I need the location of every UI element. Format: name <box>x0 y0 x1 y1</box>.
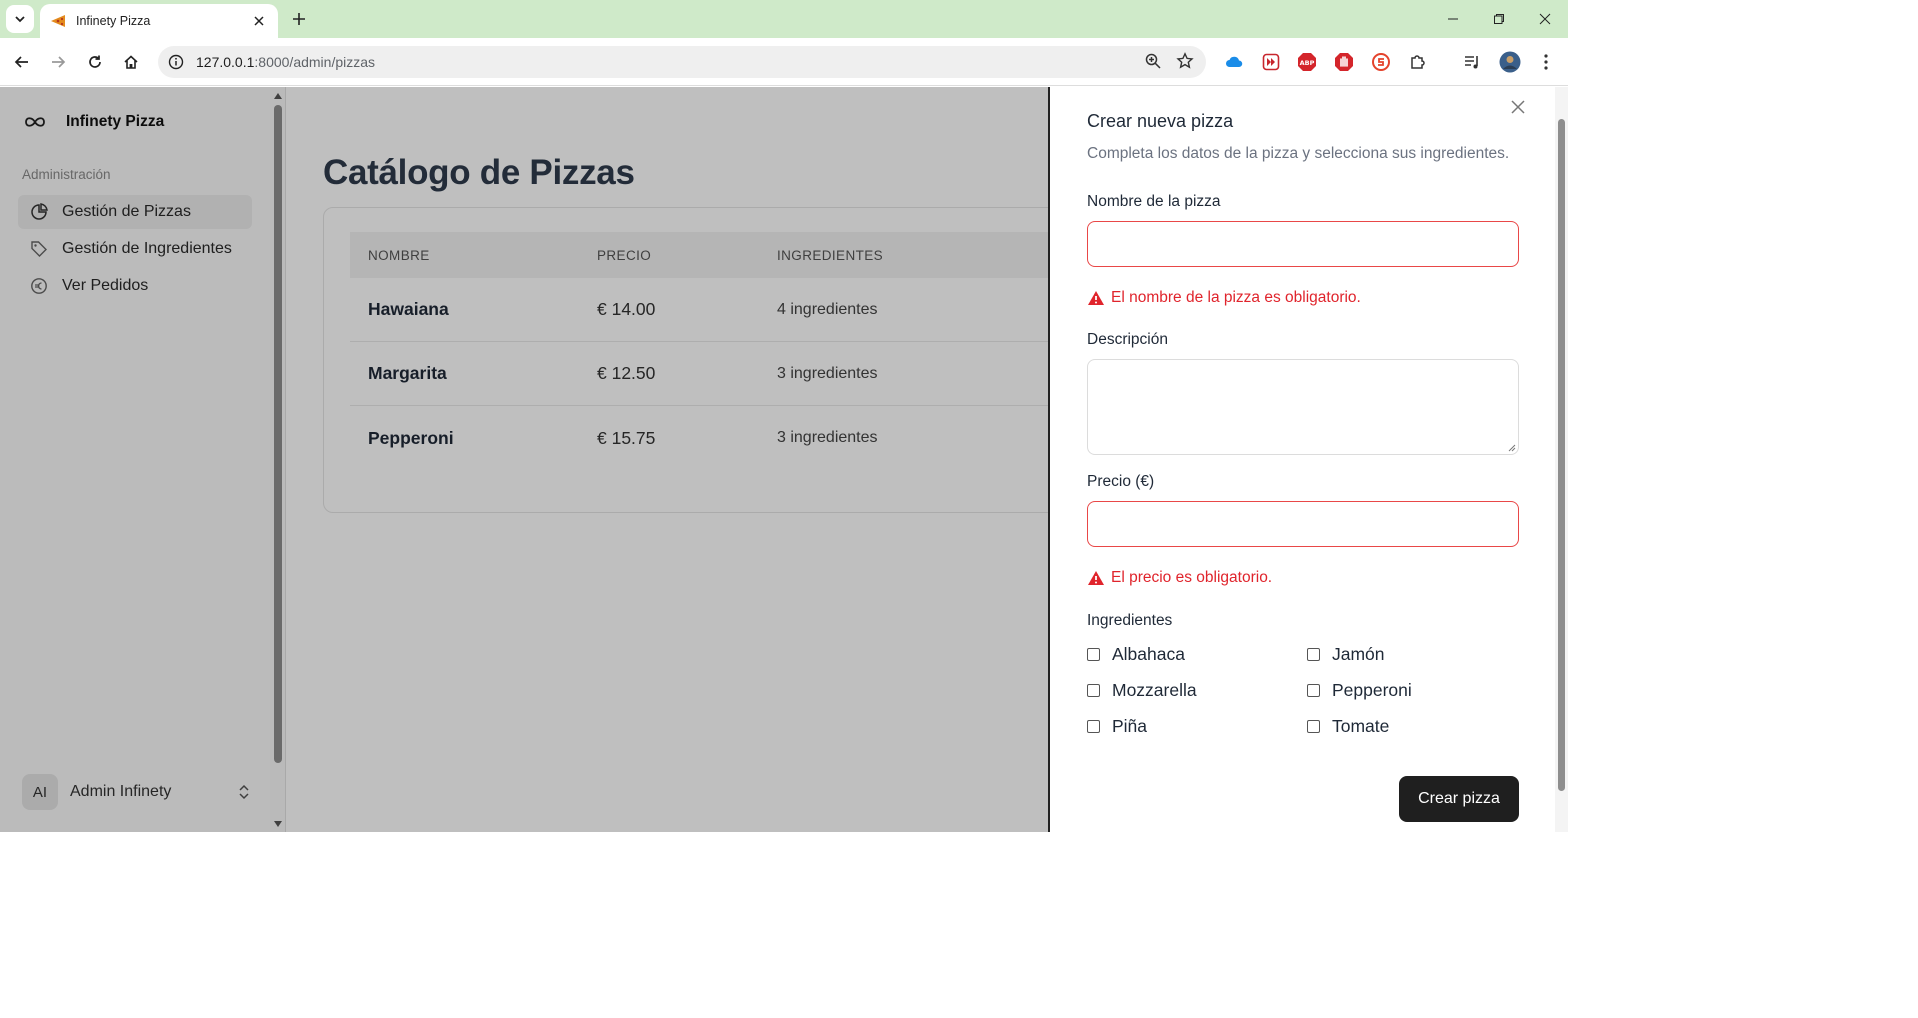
home-button[interactable] <box>119 50 143 74</box>
hand-stop-extension-icon[interactable] <box>1334 52 1354 72</box>
create-pizza-button[interactable]: Crear pizza <box>1399 776 1519 822</box>
ingredient-checkbox-albahaca[interactable]: Albahaca <box>1087 644 1185 665</box>
forward-button[interactable] <box>46 50 70 74</box>
extensions-puzzle-icon[interactable] <box>1408 52 1428 72</box>
checkbox-label: Tomate <box>1332 716 1390 736</box>
new-tab-button[interactable] <box>288 8 310 30</box>
tab-title: Infinety Pizza <box>76 14 151 28</box>
close-icon <box>1511 100 1525 114</box>
restore-window-button[interactable] <box>1476 0 1522 38</box>
warning-triangle-icon <box>1088 291 1104 305</box>
close-drawer-button[interactable] <box>1510 99 1526 115</box>
checkbox-label: Jamón <box>1332 644 1385 664</box>
create-pizza-drawer: Crear nueva pizza Completa los datos de … <box>1048 87 1568 832</box>
bookmark-star-icon[interactable] <box>1176 52 1194 75</box>
arrow-left-icon <box>14 56 28 68</box>
checkbox[interactable] <box>1087 720 1100 733</box>
modal-backdrop[interactable] <box>0 87 1048 832</box>
name-label: Nombre de la pizza <box>1087 193 1221 210</box>
checkbox-label: Mozzarella <box>1112 680 1197 700</box>
name-error: El nombre de la pizza es obligatorio. <box>1087 289 1361 307</box>
url-host: 127.0.0.1 <box>196 54 255 70</box>
resize-grip-icon[interactable] <box>1508 444 1516 452</box>
minimize-window-button[interactable] <box>1430 0 1476 38</box>
checkbox[interactable] <box>1087 684 1100 697</box>
scrollbar-thumb[interactable] <box>1558 119 1565 791</box>
checkbox-label: Pepperoni <box>1332 680 1412 700</box>
description-textarea[interactable] <box>1087 359 1519 455</box>
profile-avatar-icon[interactable] <box>1498 50 1522 74</box>
browser-tab[interactable]: Infinety Pizza <box>40 4 278 38</box>
zoom-icon[interactable] <box>1144 52 1162 75</box>
arrow-right-icon <box>52 56 66 68</box>
cloud-extension-icon[interactable] <box>1224 52 1244 72</box>
address-bar[interactable]: 127.0.0.1:8000/admin/pizzas <box>158 46 1206 78</box>
s-shield-extension-icon[interactable] <box>1371 52 1391 72</box>
pizza-name-field[interactable] <box>1088 222 1518 266</box>
reload-icon <box>89 55 101 68</box>
tab-search-button[interactable] <box>6 5 34 33</box>
site-info-icon[interactable] <box>160 54 192 70</box>
url-path: :8000/admin/pizzas <box>254 54 376 70</box>
ingredient-checkbox-pepperoni[interactable]: Pepperoni <box>1307 680 1412 701</box>
close-window-button[interactable] <box>1522 0 1568 38</box>
name-error-text: El nombre de la pizza es obligatorio. <box>1111 289 1361 306</box>
ingredient-checkbox-mozzarella[interactable]: Mozzarella <box>1087 680 1197 701</box>
home-icon <box>124 55 138 69</box>
price-error-text: El precio es obligatorio. <box>1111 569 1273 586</box>
drawer-subtitle: Completa los datos de la pizza y selecci… <box>1087 145 1510 162</box>
plus-icon <box>293 13 305 25</box>
description-label: Descripción <box>1087 331 1168 348</box>
ingredient-checkbox-pina[interactable]: Piña <box>1087 716 1147 737</box>
browser-menu-icon[interactable] <box>1536 52 1556 72</box>
reload-button[interactable] <box>83 50 107 74</box>
checkbox[interactable] <box>1087 648 1100 661</box>
checkbox[interactable] <box>1307 648 1320 661</box>
pizza-name-input[interactable] <box>1087 221 1519 267</box>
drawer-scrollbar[interactable] <box>1555 87 1568 832</box>
checkbox-label: Piña <box>1112 716 1148 736</box>
pizza-price-field[interactable] <box>1088 502 1518 546</box>
ingredients-label: Ingredientes <box>1087 612 1173 629</box>
checkbox[interactable] <box>1307 720 1320 733</box>
ingredient-checkbox-jamon[interactable]: Jamón <box>1307 644 1385 665</box>
close-tab-icon[interactable] <box>250 12 268 30</box>
price-error: El precio es obligatorio. <box>1087 569 1272 587</box>
price-label: Precio (€) <box>1087 473 1155 490</box>
url-text: 127.0.0.1:8000/admin/pizzas <box>196 54 375 70</box>
chevron-down-icon <box>15 16 25 23</box>
media-controls-icon[interactable] <box>1462 52 1482 72</box>
drawer-title: Crear nueva pizza <box>1087 111 1234 131</box>
browser-tab-strip: Infinety Pizza <box>0 0 1568 38</box>
adblock-plus-icon[interactable]: ABP <box>1297 52 1317 72</box>
checkbox-label: Albahaca <box>1112 644 1185 664</box>
pizza-favicon-icon <box>50 12 68 30</box>
ingredient-checkbox-tomate[interactable]: Tomate <box>1307 716 1389 737</box>
checkbox[interactable] <box>1307 684 1320 697</box>
description-field[interactable] <box>1088 360 1518 454</box>
back-button[interactable] <box>10 50 34 74</box>
fast-forward-extension-icon[interactable] <box>1261 52 1281 72</box>
svg-text:ABP: ABP <box>1300 59 1315 67</box>
warning-triangle-icon <box>1088 571 1104 585</box>
pizza-price-input[interactable] <box>1087 501 1519 547</box>
browser-toolbar: 127.0.0.1:8000/admin/pizzas ABP <box>0 38 1568 86</box>
